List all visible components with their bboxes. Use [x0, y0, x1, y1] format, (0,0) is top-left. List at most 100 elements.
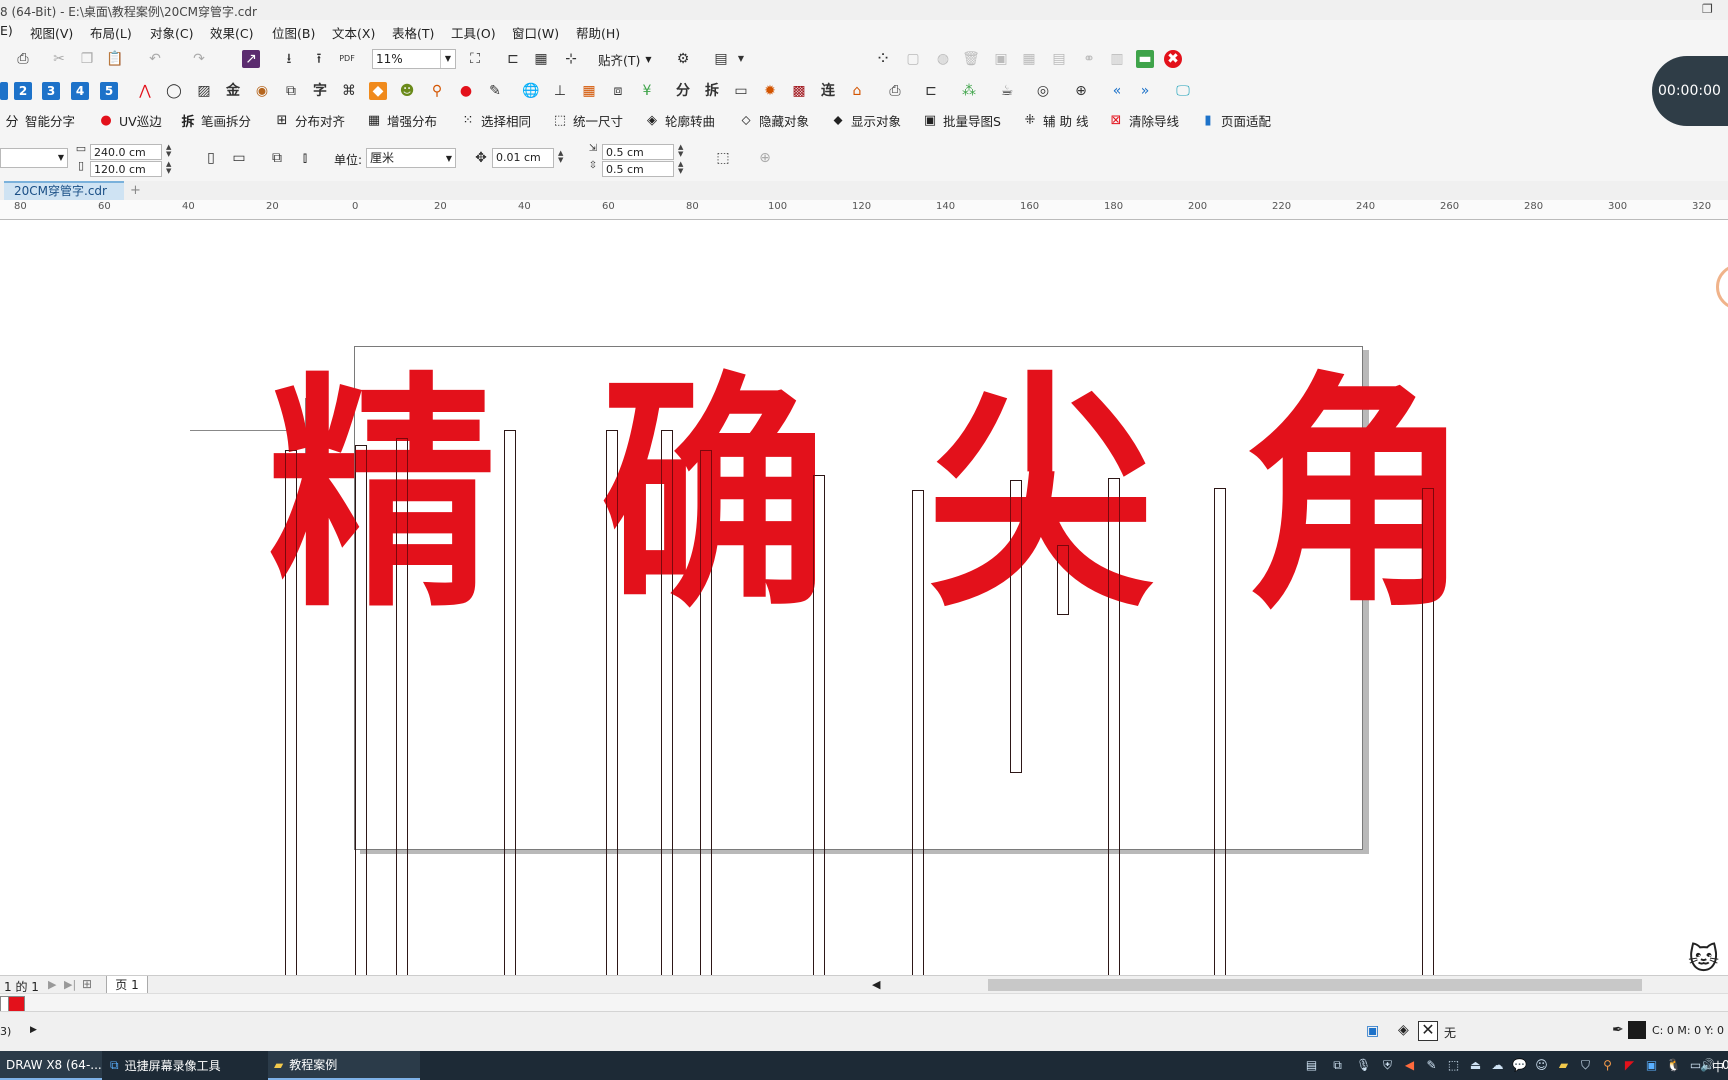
undo-icon[interactable]: ↶	[146, 50, 164, 68]
face-icon[interactable]: ☻	[398, 82, 416, 100]
color-dots-icon[interactable]: ⁂	[960, 82, 978, 100]
crop-icon[interactable]: ⊏	[922, 82, 940, 100]
paste-icon[interactable]: 📋	[106, 50, 124, 68]
show-object-button[interactable]: ⬥ 显示对象	[830, 109, 901, 131]
snap-to-dropdown[interactable]: 贴齐(T) ▼	[598, 48, 652, 70]
duplicate-x-stepper[interactable]: ▲ ▼	[678, 144, 683, 158]
trash-icon[interactable]: 🗑	[962, 50, 980, 68]
usb-icon[interactable]: ⏏	[1468, 1058, 1483, 1073]
next-page-icon[interactable]: ▶	[48, 978, 56, 991]
connect-char-button[interactable]: 连	[819, 82, 837, 100]
menu-text[interactable]: 文本(X)	[332, 23, 375, 42]
spiral-icon[interactable]: ◎	[1034, 82, 1052, 100]
clover-icon[interactable]: ⌘	[340, 82, 358, 100]
chevron-down-icon[interactable]: ▼	[440, 50, 455, 68]
shield-icon[interactable]: ⛉	[1578, 1058, 1593, 1073]
copy-icon[interactable]: ❐	[78, 50, 96, 68]
frame-icon[interactable]: ▢	[904, 50, 922, 68]
restore-icon[interactable]: ❐	[1702, 2, 1713, 16]
page-tab[interactable]: 页 1	[106, 976, 148, 994]
green-tool-icon[interactable]: ▬	[1136, 50, 1154, 68]
add-tab-icon[interactable]: +	[130, 183, 141, 198]
glyph-jiao[interactable]: 角	[1219, 370, 1495, 625]
uv-patrol-button[interactable]: ● UV巡边	[98, 109, 161, 131]
grid-orange-icon[interactable]: ▦	[580, 82, 598, 100]
grid-icon[interactable]: ▦	[532, 50, 550, 68]
menu-object[interactable]: 对象(C)	[150, 23, 193, 42]
tray-screenshot-icon[interactable]: ⬚	[1446, 1058, 1461, 1073]
glyph-jian[interactable]: 尖	[903, 370, 1179, 625]
smart-split-button[interactable]: 分智能分字	[4, 109, 75, 131]
break-char-button[interactable]: 拆	[703, 82, 721, 100]
align-icon[interactable]: ⊥	[551, 82, 569, 100]
split-char-button[interactable]: 分	[674, 82, 692, 100]
circle-outline-icon[interactable]: ◯	[165, 82, 183, 100]
rulers-icon[interactable]: ⊏	[504, 50, 522, 68]
document-color-icon[interactable]: ▣	[1366, 1023, 1379, 1039]
distribute-align-button[interactable]: ⊞ 分布对齐	[274, 109, 345, 131]
red-swatch[interactable]	[8, 996, 25, 1012]
portrait-icon[interactable]: ▯	[202, 149, 220, 167]
double-left-icon[interactable]: «	[1108, 82, 1126, 100]
fill-bucket-icon[interactable]: ◈	[1398, 1022, 1409, 1038]
menu-table[interactable]: 表格(T)	[392, 23, 434, 42]
launch-icon[interactable]: ↗	[242, 50, 260, 68]
tray-recorder-icon[interactable]: ⧉	[1330, 1058, 1345, 1073]
print-icon[interactable]: ⎙	[14, 50, 32, 68]
pdf-icon[interactable]: PDF	[338, 50, 356, 68]
number-4-button[interactable]: 4	[71, 82, 89, 100]
pen-curve-icon[interactable]: ⋀	[136, 82, 154, 100]
tray-app-icon[interactable]: ▤	[1304, 1058, 1319, 1073]
add-page-icon[interactable]: ⊞	[82, 977, 92, 991]
qq-icon[interactable]: 🐧	[1666, 1058, 1681, 1073]
outline-to-curve-button[interactable]: ◈ 轮廓转曲	[644, 109, 715, 131]
grid-red-icon[interactable]: ▩	[790, 82, 808, 100]
table-icon[interactable]: ▤	[1050, 50, 1068, 68]
taskbar-folder[interactable]: ▰ 教程案例	[268, 1051, 420, 1080]
double-right-icon[interactable]: »	[1136, 82, 1154, 100]
tray-folder-icon[interactable]: ▰	[1556, 1058, 1571, 1073]
orange-tool-icon[interactable]: ◆	[369, 82, 387, 100]
width-stepper[interactable]: ▲ ▼	[166, 144, 171, 158]
play-icon[interactable]: ▶	[30, 1025, 37, 1035]
cut-icon[interactable]: ✂	[50, 50, 68, 68]
zoom-level-field[interactable]: 11% ▼	[372, 49, 456, 69]
scroll-left-icon[interactable]: ◀	[872, 978, 880, 991]
menu-window[interactable]: 窗口(W)	[512, 23, 559, 42]
last-page-icon[interactable]: ▶|	[64, 978, 76, 991]
taskbar-coreldraw[interactable]: DRAW X8 (64-...	[0, 1051, 102, 1080]
enhanced-distribute-button[interactable]: ▦ 增强分布	[366, 109, 437, 131]
close-tool-icon[interactable]: ✖	[1164, 50, 1182, 68]
nodes-icon[interactable]: ⁘	[874, 50, 892, 68]
char-button[interactable]: 字	[311, 82, 329, 100]
gear-icon[interactable]: ⚙	[674, 50, 692, 68]
transform-icon[interactable]: ⧉	[282, 82, 300, 100]
duplicate-y-stepper[interactable]: ▲ ▼	[678, 161, 683, 175]
unit-dropdown[interactable]: 厘米 ▼	[366, 148, 456, 168]
all-pages-icon[interactable]: ⧉	[268, 149, 286, 167]
bleed-frame-icon[interactable]: ⬚	[714, 149, 732, 167]
height-field[interactable]: 120.0 cm	[90, 161, 162, 177]
guide-line-button[interactable]: ⁜ 辅 助 线	[1022, 109, 1089, 131]
box-icon[interactable]: ▣	[992, 50, 1010, 68]
scale-icon[interactable]: ⊕	[1072, 82, 1090, 100]
duplicate-x-field[interactable]: 0.5 cm	[602, 144, 674, 160]
full-screen-icon[interactable]: ⛶	[466, 50, 484, 68]
import-icon[interactable]: ⭳	[280, 50, 298, 68]
page-fit-button[interactable]: ▮ 页面适配	[1200, 109, 1271, 131]
red-dot-icon[interactable]: ●	[457, 82, 475, 100]
drawing-canvas[interactable]: 精 确 尖 角 🐱	[0, 220, 1728, 975]
page-size-dropdown[interactable]: ▼	[0, 148, 68, 168]
taskbar-screen-recorder[interactable]: ⧉ 迅捷屏幕录像工具	[104, 1051, 264, 1080]
menu-edit[interactable]: E)	[0, 23, 13, 38]
tray-wechat2-icon[interactable]: ☺	[1534, 1058, 1549, 1073]
add-page-icon[interactable]: ⊕	[756, 149, 774, 167]
layout-icon[interactable]: ▥	[1108, 50, 1126, 68]
menu-tools[interactable]: 工具(O)	[451, 23, 496, 42]
microphone-icon[interactable]: 🎙	[1356, 1058, 1371, 1073]
pin-icon[interactable]: ⚲	[428, 82, 446, 100]
number-3-button[interactable]: 3	[42, 82, 60, 100]
globe-icon[interactable]: 🌐	[522, 82, 540, 100]
tray-red-app-icon[interactable]: ◤	[1622, 1058, 1637, 1073]
app-launcher-icon[interactable]: ▤	[712, 50, 730, 68]
